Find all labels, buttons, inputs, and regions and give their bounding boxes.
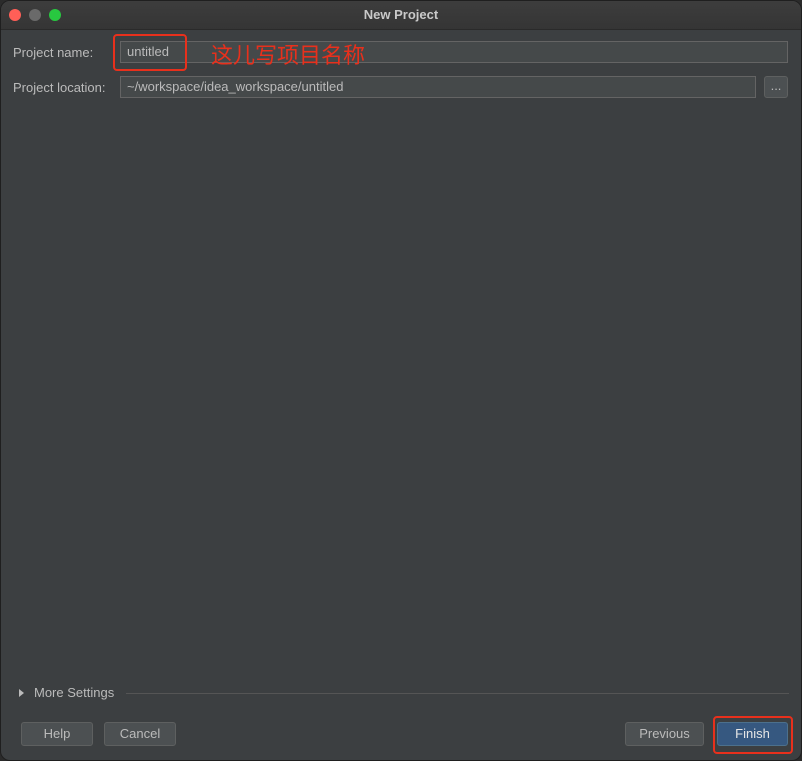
project-location-label: Project location: bbox=[13, 80, 106, 95]
cancel-button[interactable]: Cancel bbox=[104, 722, 176, 746]
more-settings-toggle[interactable]: More Settings bbox=[17, 685, 114, 700]
project-location-input[interactable]: ~/workspace/idea_workspace/untitled bbox=[120, 76, 756, 98]
previous-button[interactable]: Previous bbox=[625, 722, 704, 746]
expand-triangle-icon bbox=[19, 688, 24, 697]
project-name-highlight-box bbox=[113, 34, 187, 71]
project-location-value: ~/workspace/idea_workspace/untitled bbox=[127, 79, 344, 94]
window-title: New Project bbox=[363, 7, 439, 22]
finish-highlight-box bbox=[713, 716, 793, 754]
new-project-dialog: New Project Project name: untitled 这儿写项目… bbox=[0, 0, 802, 761]
browse-location-button[interactable]: ... bbox=[764, 76, 788, 98]
project-name-label: Project name: bbox=[13, 45, 94, 60]
help-button[interactable]: Help bbox=[21, 722, 93, 746]
more-settings-label: More Settings bbox=[34, 685, 115, 700]
title-bar: New Project bbox=[1, 1, 801, 30]
annotation-text: 这儿写项目名称 bbox=[211, 44, 366, 69]
more-settings-separator bbox=[126, 693, 789, 694]
